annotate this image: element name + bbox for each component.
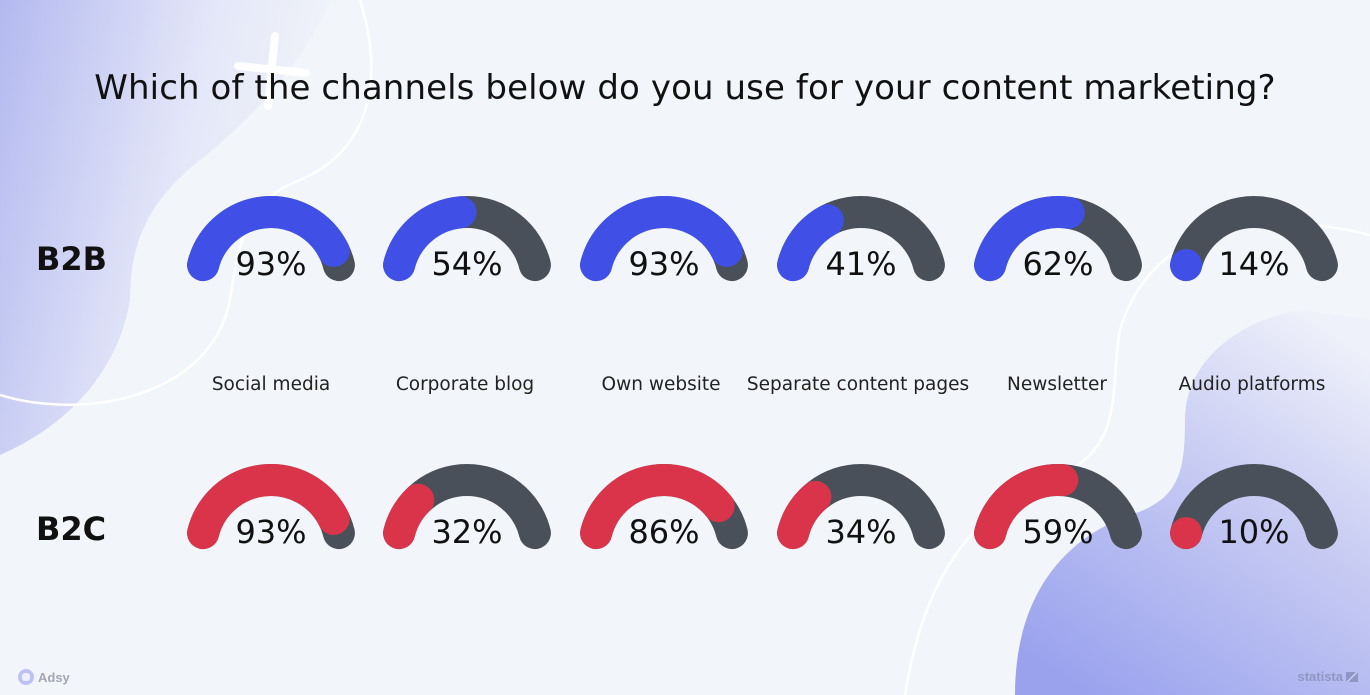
gauge-value-label: 41% [825,245,897,283]
gauge-value-label: 34% [825,513,897,551]
gauge-value-label: 93% [235,245,307,283]
gauge-value-label: 93% [628,245,700,283]
gauge-value-label: 32% [431,513,503,551]
gauge-value-label: 54% [431,245,503,283]
adsy-logo: Adsy [18,669,70,685]
gauge-value-label: 14% [1218,245,1290,283]
gauge-value-label: 10% [1218,513,1290,551]
gauge-value-label: 93% [235,513,307,551]
adsy-owl-icon [18,669,34,685]
gauge-value-label: 62% [1022,245,1094,283]
gauge-value-label: 59% [1022,513,1094,551]
gauge-grid [187,196,1338,550]
adsy-logo-text: Adsy [38,669,70,685]
gauge-value-label: 86% [628,513,700,551]
statista-logo-text: statista [1297,669,1343,684]
statista-mark-icon [1346,671,1358,682]
statista-logo: statista [1297,669,1358,684]
